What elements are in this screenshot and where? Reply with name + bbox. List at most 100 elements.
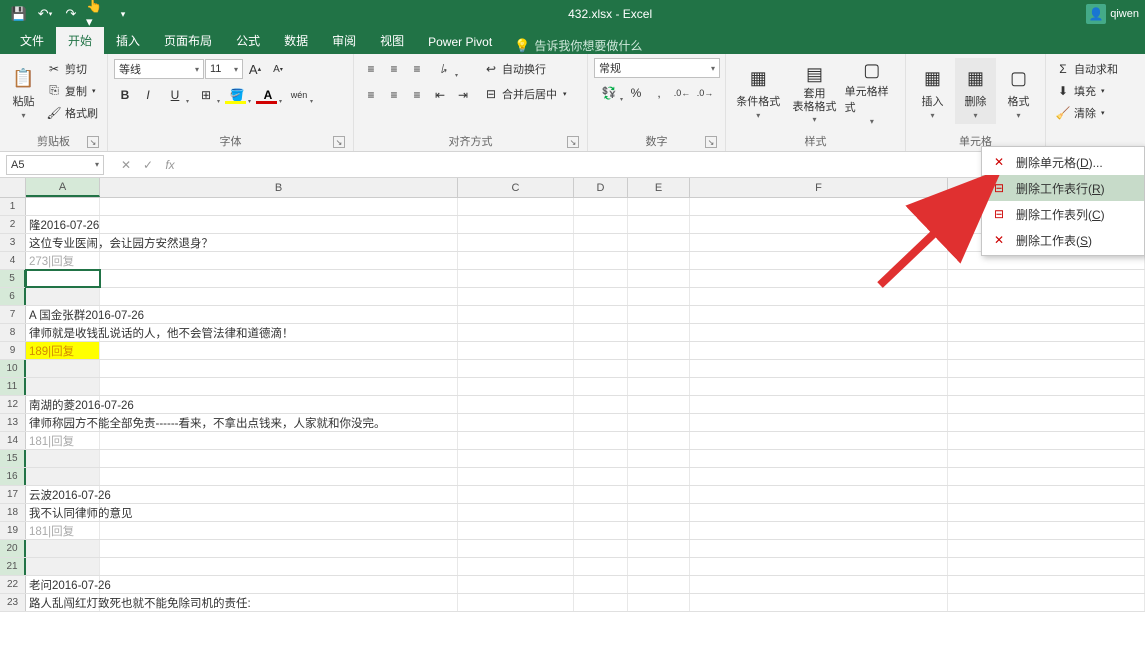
cell[interactable]	[628, 468, 690, 485]
tab-insert[interactable]: 插入	[104, 27, 152, 54]
row-header[interactable]: 11	[0, 378, 26, 395]
cell[interactable]	[100, 342, 458, 359]
cell[interactable]	[628, 396, 690, 413]
cell[interactable]	[628, 360, 690, 377]
cell[interactable]	[690, 270, 948, 287]
cell[interactable]	[26, 270, 100, 287]
phonetic-icon[interactable]: wén▾	[284, 84, 314, 106]
cell[interactable]	[574, 198, 628, 215]
tab-formulas[interactable]: 公式	[224, 27, 272, 54]
col-header-E[interactable]: E	[628, 178, 690, 197]
decrease-decimal-icon[interactable]: .0→	[694, 82, 716, 104]
qat-touch[interactable]: 👆▾	[86, 3, 108, 25]
row-header[interactable]: 15	[0, 450, 26, 467]
cell[interactable]	[690, 234, 948, 251]
menu-delete-cols[interactable]: ⊟ 删除工作表列(C)	[982, 201, 1144, 227]
cell[interactable]	[690, 342, 948, 359]
cell[interactable]	[948, 342, 1145, 359]
cell[interactable]	[628, 198, 690, 215]
cell[interactable]	[574, 540, 628, 557]
cell[interactable]	[628, 414, 690, 431]
align-middle-icon[interactable]: ≡	[383, 58, 405, 80]
accept-formula-icon[interactable]: ✓	[138, 155, 158, 175]
cell[interactable]	[628, 540, 690, 557]
cell[interactable]	[690, 396, 948, 413]
cell[interactable]	[100, 324, 458, 341]
cell[interactable]: 律师就是收钱乱说话的人，他不会管法律和道德滴！	[26, 324, 100, 341]
cell[interactable]	[458, 324, 574, 341]
format-cells-button[interactable]: ▢ 格式▾	[998, 58, 1039, 124]
tab-data[interactable]: 数据	[272, 27, 320, 54]
cell[interactable]	[574, 342, 628, 359]
row-header[interactable]: 19	[0, 522, 26, 539]
cell[interactable]	[26, 558, 100, 575]
cell[interactable]	[100, 558, 458, 575]
align-right-icon[interactable]: ≡	[406, 84, 428, 106]
decrease-indent-icon[interactable]: ⇤	[429, 84, 451, 106]
cell[interactable]	[458, 576, 574, 593]
cell[interactable]	[100, 288, 458, 305]
row-header[interactable]: 2	[0, 216, 26, 233]
qat-undo[interactable]: ↶▾	[34, 3, 56, 25]
cell[interactable]	[458, 504, 574, 521]
cell[interactable]	[628, 288, 690, 305]
qat-save[interactable]: 💾	[8, 3, 30, 25]
row-header[interactable]: 22	[0, 576, 26, 593]
cell[interactable]	[26, 468, 100, 485]
border-icon[interactable]: ⊞▾	[191, 84, 221, 106]
col-header-B[interactable]: B	[100, 178, 458, 197]
cell[interactable]	[100, 504, 458, 521]
menu-delete-rows[interactable]: ⊟ 删除工作表行(R)	[982, 175, 1144, 201]
cell[interactable]	[690, 324, 948, 341]
cell[interactable]	[628, 270, 690, 287]
cell[interactable]	[690, 198, 948, 215]
insert-cells-button[interactable]: ▦ 插入▾	[912, 58, 953, 124]
cell[interactable]	[628, 522, 690, 539]
cell[interactable]	[690, 504, 948, 521]
cell[interactable]	[628, 342, 690, 359]
cell[interactable]	[628, 216, 690, 233]
menu-delete-sheet[interactable]: ✕ 删除工作表(S)	[982, 227, 1144, 253]
cell[interactable]: 这位专业医闹，会让园方安然退身？	[26, 234, 100, 251]
fill-color-icon[interactable]: 🪣▾	[222, 84, 252, 106]
cell[interactable]	[100, 216, 458, 233]
cell[interactable]	[690, 378, 948, 395]
merge-center-button[interactable]: ⊟合并后居中▾	[480, 83, 570, 104]
cell[interactable]	[574, 450, 628, 467]
cell[interactable]	[100, 540, 458, 557]
cell[interactable]	[458, 306, 574, 323]
table-format-button[interactable]: ▤ 套用表格格式▾	[786, 58, 842, 124]
paste-button[interactable]: 📋 粘贴 ▾	[6, 58, 41, 124]
tab-view[interactable]: 视图	[368, 27, 416, 54]
cell[interactable]	[458, 594, 574, 611]
row-header[interactable]: 1	[0, 198, 26, 215]
cell[interactable]	[574, 594, 628, 611]
cell[interactable]	[574, 576, 628, 593]
select-all-corner[interactable]	[0, 178, 26, 197]
decrease-font-icon[interactable]: A▾	[267, 58, 289, 80]
cell[interactable]	[574, 288, 628, 305]
cell[interactable]	[100, 414, 458, 431]
cell[interactable]	[690, 558, 948, 575]
cell[interactable]	[628, 378, 690, 395]
cell[interactable]: A 国金张群2016-07-26	[26, 306, 100, 323]
currency-icon[interactable]: 💱▾	[594, 82, 624, 104]
cell[interactable]	[574, 252, 628, 269]
row-header[interactable]: 21	[0, 558, 26, 575]
underline-icon[interactable]: U▾	[160, 84, 190, 106]
tab-page-layout[interactable]: 页面布局	[152, 27, 224, 54]
cell[interactable]: 181|回复	[26, 522, 100, 539]
orientation-icon[interactable]: ⭞▾	[429, 58, 459, 80]
cell[interactable]: 老问2016-07-26	[26, 576, 100, 593]
row-header[interactable]: 6	[0, 288, 26, 305]
qat-redo[interactable]: ↷	[60, 3, 82, 25]
cell[interactable]	[100, 270, 458, 287]
cell[interactable]	[948, 270, 1145, 287]
cell-styles-button[interactable]: ▢ 单元格样式▾	[845, 58, 899, 124]
cell[interactable]	[690, 522, 948, 539]
menu-delete-cells[interactable]: ✕ 删除单元格(D)...	[982, 149, 1144, 175]
cell[interactable]	[948, 288, 1145, 305]
row-header[interactable]: 17	[0, 486, 26, 503]
tell-me-search[interactable]: 💡 告诉我你想要做什么	[504, 37, 652, 54]
cell[interactable]	[458, 414, 574, 431]
